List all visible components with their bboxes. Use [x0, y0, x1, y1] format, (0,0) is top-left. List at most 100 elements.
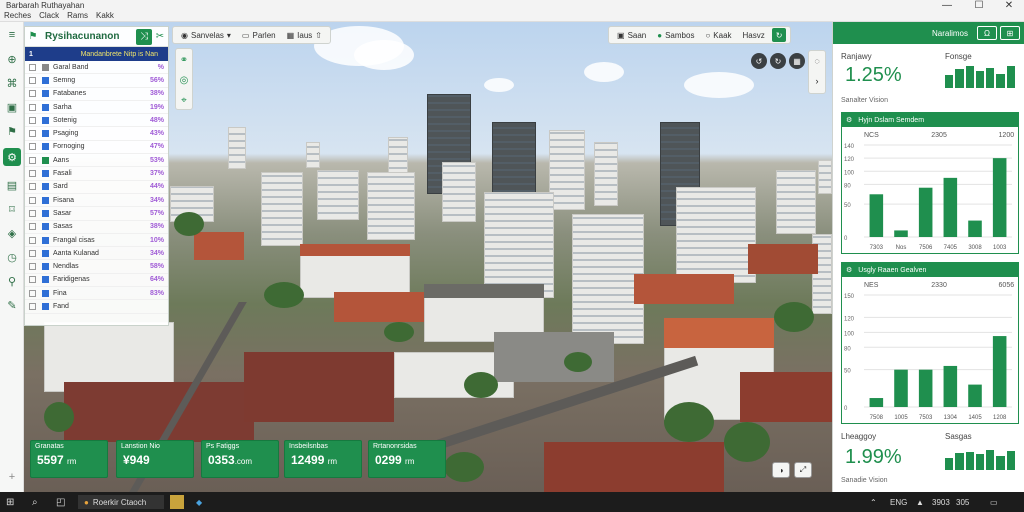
filter-button[interactable]: ▦ Iaus ⇧	[283, 28, 326, 42]
layer-checkbox[interactable]	[29, 223, 36, 231]
layer-checkbox[interactable]	[29, 170, 36, 178]
layer-checkbox[interactable]	[29, 143, 36, 151]
layer-row[interactable]: Garal Band%	[25, 61, 168, 75]
bar[interactable]	[894, 230, 908, 237]
layers-icon[interactable]: ◈	[3, 224, 21, 242]
globe-icon[interactable]: ⊕	[3, 50, 21, 68]
layer-row[interactable]: Nendlas 58%	[25, 260, 168, 274]
layer-checkbox[interactable]	[29, 156, 36, 164]
taskbar-app[interactable]: ● Roerkir Ctaoch	[78, 495, 164, 509]
chart-icon[interactable]: ⌘	[3, 74, 21, 92]
clock-time[interactable]: 3903	[932, 495, 950, 509]
close-button[interactable]: ✕	[994, 0, 1024, 12]
building-icon[interactable]: ▣	[3, 98, 21, 116]
layer-row[interactable]: Aans 53%	[25, 154, 168, 168]
refresh-button[interactable]: ↻	[771, 28, 787, 42]
grid-toggle-icon[interactable]: ▦	[789, 53, 805, 69]
layer-checkbox[interactable]	[29, 263, 36, 271]
rotate-left-icon[interactable]: ↺	[751, 53, 767, 69]
camera-icon[interactable]: ◑	[772, 462, 790, 478]
layer-row[interactable]: Sarha 19%	[25, 101, 168, 115]
omega-button[interactable]: Ω	[977, 26, 997, 40]
layer-selected-row[interactable]: 1 Mandanbrete Nitp is Nan	[25, 47, 168, 61]
bar[interactable]	[992, 158, 1007, 237]
layer-row[interactable]: Sotenig 48%	[25, 114, 168, 128]
pin-icon[interactable]: ⚲	[3, 272, 21, 290]
print-button[interactable]: ▭ Parlen	[238, 28, 280, 42]
settings-icon[interactable]: ⚙	[846, 266, 852, 274]
bar[interactable]	[943, 365, 958, 407]
bar[interactable]	[869, 194, 884, 237]
list-icon[interactable]: ▤	[3, 176, 21, 194]
stat-card[interactable]: Lanstion Nio ¥949	[116, 440, 194, 478]
layer-row[interactable]: Fornoging 47%	[25, 141, 168, 155]
clock-date[interactable]: 305	[956, 495, 969, 509]
add-icon[interactable]: +	[3, 468, 21, 486]
layer-row[interactable]: Aanta Kulanad 34%	[25, 247, 168, 261]
layer-checkbox[interactable]	[29, 196, 36, 204]
windows-start-icon[interactable]: ⊞	[6, 495, 14, 509]
layer-row[interactable]: Fand	[25, 300, 168, 314]
folder-icon[interactable]	[170, 495, 184, 509]
menu-item[interactable]: Reches	[4, 11, 31, 20]
layer-checkbox[interactable]	[29, 289, 36, 297]
task-view-icon[interactable]: ◰	[56, 495, 65, 509]
network-icon[interactable]: ▲	[916, 495, 924, 509]
layer-checkbox[interactable]	[29, 276, 36, 284]
layer-checkbox[interactable]	[29, 76, 36, 84]
layer-row[interactable]: Fina 83%	[25, 287, 168, 301]
grid-button[interactable]: ⊞	[1000, 26, 1020, 40]
layer-checkbox[interactable]	[29, 103, 36, 111]
symbols-button[interactable]: ● Sambos	[653, 28, 698, 42]
bookmark-icon[interactable]: ⌑	[3, 200, 21, 218]
layer-checkbox[interactable]	[29, 249, 36, 257]
search-icon[interactable]: ⌕	[32, 495, 38, 509]
stat-card[interactable]: Rrtanonrsidas 0299 rm	[368, 440, 446, 478]
maximize-button[interactable]: ☐	[964, 0, 994, 12]
bar[interactable]	[968, 220, 982, 237]
save-button[interactable]: ▣ Saan	[613, 28, 650, 42]
shuffle-icon[interactable]: ⤨	[136, 28, 152, 45]
bar[interactable]	[968, 384, 982, 407]
layer-row[interactable]: Fatabanes 38%	[25, 88, 168, 101]
zoom-in-icon[interactable]: ◌	[809, 51, 825, 71]
tools-icon[interactable]: ✂	[152, 29, 168, 45]
history-button[interactable]: Hasvz	[739, 28, 769, 42]
gear-icon[interactable]: ⚙	[3, 148, 21, 166]
layer-row[interactable]: Sard 44%	[25, 181, 168, 194]
layer-row[interactable]: Sasar 57%	[25, 207, 168, 221]
stat-card[interactable]: Granatas 5597 rm	[30, 440, 108, 478]
layer-row[interactable]: Fisana 34%	[25, 194, 168, 208]
edit-icon[interactable]: ✎	[3, 296, 21, 314]
city-map-view[interactable]: ⚑ Rysihacunanon ⤨ ✂ 1 Mandanbrete Nitp i…	[24, 22, 832, 492]
bar[interactable]	[894, 369, 908, 407]
tray-arrow-icon[interactable]: ⌃	[870, 495, 877, 509]
marker-icon[interactable]: ◎	[176, 71, 192, 89]
zoom-out-icon[interactable]: ›	[809, 71, 825, 91]
bar[interactable]	[992, 336, 1007, 407]
layer-row[interactable]: Fasali 37%	[25, 167, 168, 181]
layer-row[interactable]: Sasas 38%	[25, 221, 168, 234]
bar[interactable]	[918, 369, 933, 407]
notification-icon[interactable]: ▭	[990, 495, 998, 509]
layer-checkbox[interactable]	[29, 209, 36, 217]
layer-checkbox[interactable]	[29, 130, 36, 138]
flag-icon[interactable]: ⚑	[3, 122, 21, 140]
settings-icon[interactable]: ⚙	[846, 116, 852, 124]
bar[interactable]	[869, 398, 884, 407]
layer-checkbox[interactable]	[29, 183, 36, 191]
edge-icon[interactable]: ◆	[196, 495, 202, 509]
minimize-button[interactable]: —	[932, 0, 962, 12]
rotate-right-icon[interactable]: ↻	[770, 53, 786, 69]
layer-row[interactable]: Frangal cisas 10%	[25, 234, 168, 248]
stat-card[interactable]: Insbeilsnbas 12499 rm	[284, 440, 362, 478]
layer-checkbox[interactable]	[29, 63, 36, 71]
mark-button[interactable]: ○ Kaak	[701, 28, 735, 42]
menu-icon[interactable]: ≡	[3, 26, 21, 44]
link-icon[interactable]: ⚭	[176, 51, 192, 69]
layer-row[interactable]: Semng 56%	[25, 74, 168, 88]
stat-card[interactable]: Ps Fatiggs 0353.com	[201, 440, 279, 478]
clock-icon[interactable]: ◷	[3, 248, 21, 266]
layer-row[interactable]: Faridigenas 64%	[25, 274, 168, 288]
menu-item[interactable]: Rams	[67, 11, 88, 20]
